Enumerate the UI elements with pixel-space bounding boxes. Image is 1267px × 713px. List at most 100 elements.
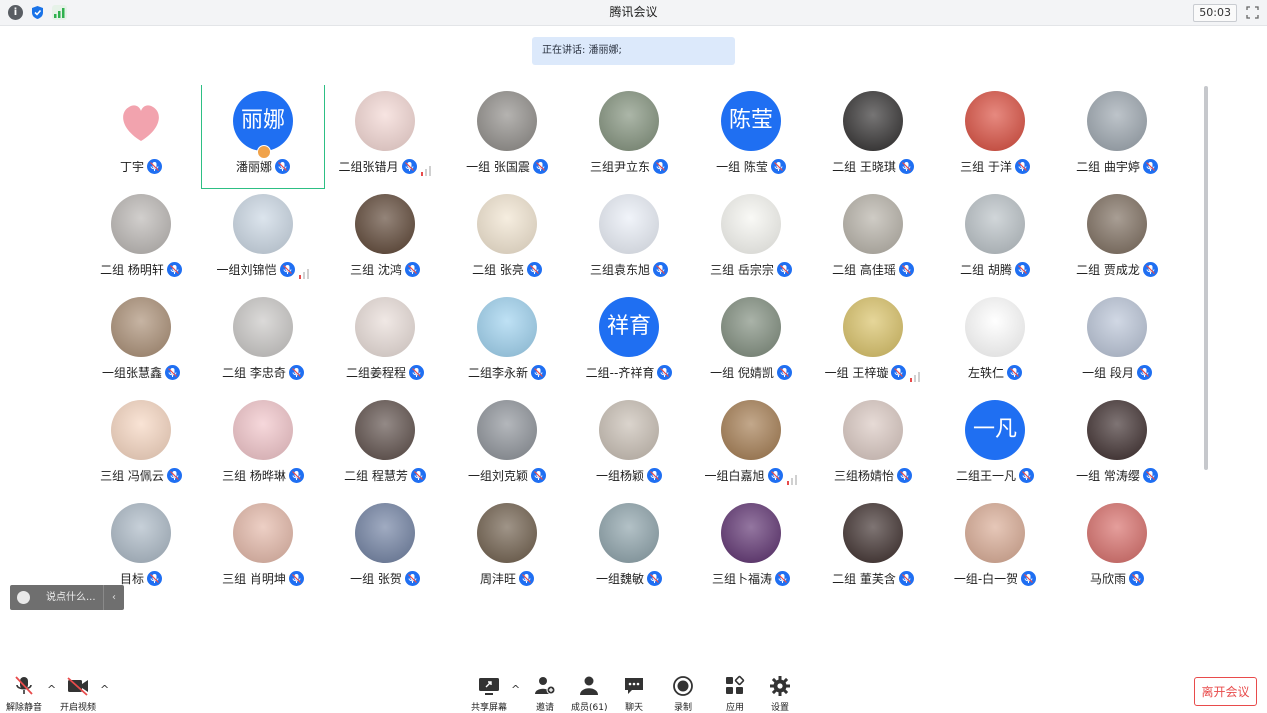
participant-tile[interactable]: 一组 段月 xyxy=(1056,291,1178,394)
mic-muted-icon xyxy=(657,364,673,380)
mic-muted-icon xyxy=(275,158,290,174)
share-screen-icon xyxy=(479,678,499,695)
participant-tile[interactable]: 祥育 二组--齐祥育 xyxy=(568,291,690,394)
mic-muted-icon xyxy=(776,364,792,380)
participant-tile[interactable]: 一组 张贺 xyxy=(324,497,446,600)
participant-name: 二组 贾成龙 xyxy=(1076,262,1140,277)
invite-button[interactable]: 邀请 xyxy=(533,675,557,713)
share-options-caret[interactable]: ^ xyxy=(511,683,520,696)
participant-tile[interactable]: 一组 张国震 xyxy=(446,85,568,188)
participant-tile[interactable]: 一组 常涛缨 xyxy=(1056,394,1178,497)
fullscreen-icon[interactable] xyxy=(1245,5,1260,20)
participant-tile[interactable]: 一组白嘉旭 xyxy=(690,394,812,497)
participant-name: 一组 倪婧凯 xyxy=(710,365,774,380)
participant-tile[interactable]: 三组 杨晔琳 xyxy=(202,394,324,497)
mic-muted-icon xyxy=(767,467,783,483)
participant-name: 一组白嘉旭 xyxy=(704,468,765,483)
participant-tile[interactable]: 三组 肖明坤 xyxy=(202,497,324,600)
participant-tile[interactable]: 二组 杨明轩 xyxy=(80,188,202,291)
emoji-icon[interactable] xyxy=(17,591,30,604)
avatar xyxy=(1087,400,1147,460)
avatar xyxy=(355,194,415,254)
members-button[interactable]: 成员(61) xyxy=(571,675,607,713)
avatar xyxy=(599,400,659,460)
participant-tile[interactable]: 丽娜 潘丽娜 xyxy=(201,85,325,189)
mic-muted-icon xyxy=(404,261,420,277)
participant-tile[interactable]: 二组 张亮 xyxy=(446,188,568,291)
mic-muted-icon xyxy=(531,467,546,483)
participant-tile[interactable]: 三组 岳宗宗 xyxy=(690,188,812,291)
participant-tile[interactable]: 马欣雨 xyxy=(1056,497,1178,600)
participant-tile[interactable]: 周沣旺 xyxy=(446,497,568,600)
participant-name: 二组 董芙含 xyxy=(832,571,896,586)
participant-tile[interactable]: 陈莹 一组 陈莹 xyxy=(690,85,812,188)
participant-tile[interactable]: 二组 贾成龙 xyxy=(1056,188,1178,291)
participant-tile[interactable]: 丁宇 xyxy=(80,85,202,188)
mic-muted-icon xyxy=(647,467,662,483)
participant-name-row: 一组 常涛缨 xyxy=(1056,466,1178,484)
participant-tile[interactable]: 二组 程慧芳 xyxy=(324,394,446,497)
participant-name: 三组 沈鸿 xyxy=(350,262,402,277)
participant-name: 三组卜福涛 xyxy=(711,571,772,586)
participant-tile[interactable]: 一组-白一贺 xyxy=(934,497,1056,600)
record-icon xyxy=(673,676,693,696)
participant-tile[interactable]: 一组 王梓璇 xyxy=(812,291,934,394)
unmute-button[interactable]: 解除静音 xyxy=(6,675,42,713)
mic-muted-icon xyxy=(1142,158,1158,174)
participant-tile[interactable]: 一组 倪婧凯 xyxy=(690,291,812,394)
settings-button[interactable]: 设置 xyxy=(768,675,792,713)
leave-meeting-button[interactable]: 离开会议 xyxy=(1194,677,1257,706)
participant-name-row: 三组 肖明坤 xyxy=(202,569,324,587)
video-label: 开启视频 xyxy=(60,703,97,713)
chat-button[interactable]: 聊天 xyxy=(622,675,646,713)
participant-tile[interactable]: 二组 王晓琪 xyxy=(812,85,934,188)
participant-tile[interactable]: 二组 曲宇婷 xyxy=(1056,85,1178,188)
mic-muted-icon xyxy=(1142,467,1158,483)
avatar xyxy=(477,503,537,563)
participant-name-row: 三组尹立东 xyxy=(568,157,690,175)
participant-tile[interactable]: 三组卜福涛 xyxy=(690,497,812,600)
start-video-button[interactable]: 开启视频 xyxy=(60,675,96,713)
avatar xyxy=(843,91,903,151)
mic-muted-icon xyxy=(404,570,420,586)
participant-name-row: 三组杨婧怡 xyxy=(812,466,934,484)
participant-tile[interactable]: 三组 冯佩云 xyxy=(80,394,202,497)
participant-tile[interactable]: 一凡 二组王一凡 xyxy=(934,394,1056,497)
record-button[interactable]: 录制 xyxy=(671,675,695,713)
participant-tile[interactable]: 三组袁东旭 xyxy=(568,188,690,291)
collapse-chat-icon[interactable]: ‹ xyxy=(103,585,124,610)
avatar xyxy=(111,503,171,563)
participant-tile[interactable]: 左轶仁 xyxy=(934,291,1056,394)
apps-button[interactable]: 应用 xyxy=(723,675,747,713)
participant-tile[interactable]: 二组张错月 xyxy=(324,85,446,188)
participant-tile[interactable]: 二组 李忠奇 xyxy=(202,291,324,394)
participant-name: 二组--齐祥育 xyxy=(585,365,655,380)
participant-name-row: 一组 张贺 xyxy=(324,569,446,587)
participant-tile[interactable]: 三组 于洋 xyxy=(934,85,1056,188)
avatar xyxy=(477,194,537,254)
participant-tile[interactable]: 二组 高佳瑶 xyxy=(812,188,934,291)
chat-placeholder: 说点什么... xyxy=(46,592,96,603)
share-label: 共享屏幕 xyxy=(471,703,508,713)
share-screen-button[interactable]: 共享屏幕 xyxy=(471,675,507,713)
participant-tile[interactable]: 一组魏敏 xyxy=(568,497,690,600)
participant-tile[interactable]: 二组李永新 xyxy=(446,291,568,394)
participant-name: 二组李永新 xyxy=(467,365,528,380)
participant-tile[interactable]: 一组刘克颖 xyxy=(446,394,568,497)
participant-tile[interactable]: 二组 董芙含 xyxy=(812,497,934,600)
participant-tile[interactable]: 二组 胡腾 xyxy=(934,188,1056,291)
participant-tile[interactable]: 三组 沈鸿 xyxy=(324,188,446,291)
participant-tile[interactable]: 三组杨婧怡 xyxy=(812,394,934,497)
participant-tile[interactable]: 一组张慧鑫 xyxy=(80,291,202,394)
speaking-indicator: 正在讲话: 潘丽娜; xyxy=(532,37,735,65)
chat-quick-input[interactable]: 说点什么... ‹ xyxy=(10,585,124,610)
video-options-caret[interactable]: ^ xyxy=(100,683,109,696)
participant-tile[interactable]: 一组杨颖 xyxy=(568,394,690,497)
participant-tile[interactable]: 三组尹立东 xyxy=(568,85,690,188)
participant-tile[interactable]: 一组刘锦恺 xyxy=(202,188,324,291)
participant-name: 一组 张贺 xyxy=(350,571,402,586)
audio-options-caret[interactable]: ^ xyxy=(47,683,56,696)
mic-muted-icon xyxy=(288,364,304,380)
participant-tile[interactable]: 二组姜程程 xyxy=(324,291,446,394)
grid-scrollbar[interactable] xyxy=(1204,86,1208,470)
